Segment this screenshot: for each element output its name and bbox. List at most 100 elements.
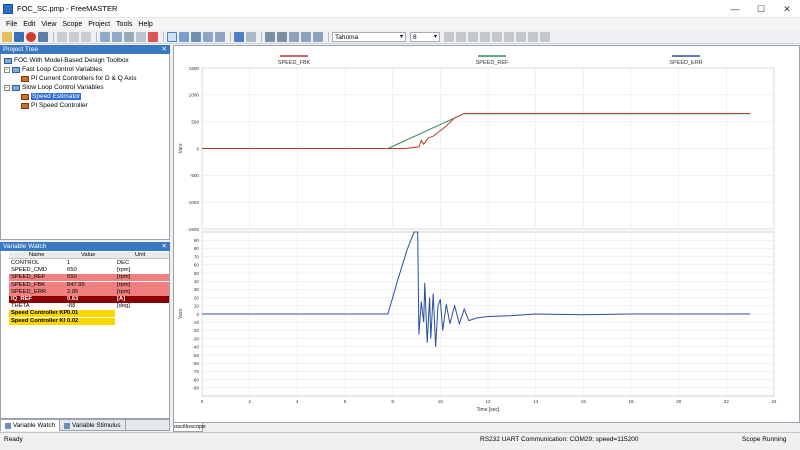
close-button[interactable]: ✕ [774, 0, 800, 18]
text-color-icon[interactable] [480, 31, 490, 42]
home-icon[interactable] [124, 31, 134, 42]
watch-cell-name: IQ_REF [11, 296, 32, 302]
scope-pan-icon[interactable] [191, 31, 201, 42]
watch-cell-unit: [deg] [117, 303, 130, 310]
zoom-out-icon[interactable] [504, 31, 514, 42]
top-y-tick-label: -500 [190, 173, 200, 178]
refresh-icon[interactable] [313, 31, 323, 42]
save-icon[interactable] [14, 31, 24, 42]
help-icon[interactable] [148, 31, 158, 42]
tree-item-speed-estimator[interactable]: Speed Estimator [21, 93, 82, 100]
maximize-button[interactable]: ☐ [748, 0, 774, 18]
watch-row[interactable]: Speed Controller KI 0.02 [9, 317, 115, 325]
font-select[interactable]: Tahoma [332, 31, 406, 42]
scope-measure-icon[interactable] [203, 31, 213, 42]
zoom-in-icon[interactable] [492, 31, 502, 42]
open-project-icon[interactable] [2, 31, 12, 42]
column-unit[interactable]: Unit [135, 252, 145, 259]
pointer-icon[interactable] [167, 31, 177, 42]
scope-properties-icon[interactable] [234, 31, 244, 42]
expand-icon[interactable]: − [4, 66, 10, 73]
scope-zoom-icon[interactable] [179, 31, 189, 42]
watch-cell-unit: DEC [117, 260, 130, 266]
bottom-y-tick-label: 10 [194, 304, 200, 309]
export-icon[interactable] [289, 31, 299, 42]
x-tick-label: 2 [248, 399, 251, 404]
move-down-icon[interactable] [277, 31, 287, 42]
font-size-select[interactable]: 8 [410, 31, 440, 42]
watch-row[interactable]: IQ_REF 0.63 [A] [9, 296, 169, 303]
cut-icon[interactable] [57, 31, 67, 42]
variable-watch-close-icon[interactable]: ✕ [162, 242, 167, 251]
watch-cell-name: Speed Controller KP [11, 310, 68, 317]
watch-row[interactable]: SPEED_ERR 2.05 [rpm] [9, 288, 169, 296]
tree-root[interactable]: FOC With Model-Based Design Toolbox [4, 57, 129, 64]
menu-file[interactable]: File [6, 21, 17, 28]
column-value[interactable]: Value [81, 252, 95, 259]
project-options-icon[interactable] [38, 31, 48, 42]
bottom-y-tick-label: 60 [194, 263, 200, 268]
menu-help[interactable]: Help [138, 21, 152, 28]
align-left-icon[interactable] [516, 31, 526, 42]
paste-icon[interactable] [81, 31, 91, 42]
back-icon[interactable] [100, 31, 110, 42]
watch-cell-value: 0.01 [67, 310, 79, 317]
legend-label: SPEED_FBK [278, 60, 311, 66]
menu-bar: File Edit View Scope Project Tools Help [0, 18, 800, 30]
variable-watch-grid: Name Value Unit CONTROL 1 DEC SPEED_CMD 650 [… [0, 251, 170, 419]
column-name[interactable]: Name [29, 252, 44, 259]
tree-item-fast-loop[interactable]: − Fast Loop Control Variables [4, 66, 102, 73]
find-icon[interactable] [136, 31, 146, 42]
stimulus-icon [64, 422, 70, 429]
top-y-tick-label: -1000 [187, 200, 199, 205]
watch-row[interactable]: CONTROL 1 DEC [9, 260, 169, 267]
copy-icon[interactable] [69, 31, 79, 42]
forward-icon[interactable] [112, 31, 122, 42]
menu-tools[interactable]: Tools [116, 21, 132, 28]
move-up-icon[interactable] [265, 31, 275, 42]
watch-row[interactable]: SPEED_REF 650 [rpm] [9, 274, 169, 282]
oscilloscope-chart[interactable]: SPEED_FBK SPEED_REF SPEED_ERR150010005000-… [174, 46, 799, 422]
italic-icon[interactable] [456, 31, 466, 42]
x-tick-label: 10 [438, 399, 444, 404]
align-right-icon[interactable] [540, 31, 550, 42]
bottom-y-tick-label: -50 [192, 353, 199, 358]
bottom-y-tick-label: 80 [194, 246, 200, 251]
menu-project[interactable]: Project [88, 21, 110, 28]
project-tree-close-icon[interactable]: ✕ [162, 45, 167, 54]
scope-cursor-icon[interactable] [215, 31, 225, 42]
tab-variable-stimulus[interactable]: Variable Stimulus [60, 420, 126, 431]
stop-icon[interactable] [26, 31, 36, 42]
watch-row[interactable]: SPEED_CMD 650 [rpm] [9, 267, 169, 275]
bold-icon[interactable] [444, 31, 454, 42]
top-y-tick-label: 1500 [189, 66, 200, 71]
tree-item-pi-current[interactable]: PI Current Controllers for D & Q Axis [21, 75, 136, 82]
variable-watch-title: Variable Watch [3, 243, 47, 250]
expand-icon[interactable]: − [4, 84, 10, 91]
menu-scope[interactable]: Scope [62, 21, 82, 28]
underline-icon[interactable] [468, 31, 478, 42]
watch-cell-unit: [rpm] [117, 288, 131, 295]
scope-icon [21, 93, 29, 100]
tab-oscilloscope[interactable]: oscilloscope [173, 423, 206, 432]
align-center-icon[interactable] [528, 31, 538, 42]
watch-row[interactable]: Speed Controller KP 0.01 [9, 310, 115, 318]
watch-cell-name: CONTROL [11, 260, 40, 266]
tree-item-slow-loop[interactable]: − Slow Loop Control Variables [4, 84, 104, 91]
x-tick-label: 8 [391, 399, 394, 404]
x-tick-label: 22 [724, 399, 730, 404]
top-y-axis-label: Vars [178, 143, 184, 153]
scope-list-icon[interactable] [246, 31, 256, 42]
tab-variable-watch[interactable]: Variable Watch [1, 420, 60, 431]
minimize-button[interactable]: — [722, 0, 748, 18]
menu-view[interactable]: View [41, 21, 56, 28]
print-icon[interactable] [301, 31, 311, 42]
watch-cell-unit: [rpm] [117, 281, 131, 288]
x-tick-label: 14 [533, 399, 539, 404]
tree-item-pi-speed[interactable]: PI Speed Controller [21, 102, 88, 109]
watch-row[interactable]: THETA -88 [deg] [9, 303, 169, 311]
folder-icon [12, 84, 20, 91]
menu-edit[interactable]: Edit [23, 21, 35, 28]
bottom-y-tick-label: -60 [192, 361, 199, 366]
watch-row[interactable]: SPEED_FBK 847.95 [rpm] [9, 281, 169, 289]
